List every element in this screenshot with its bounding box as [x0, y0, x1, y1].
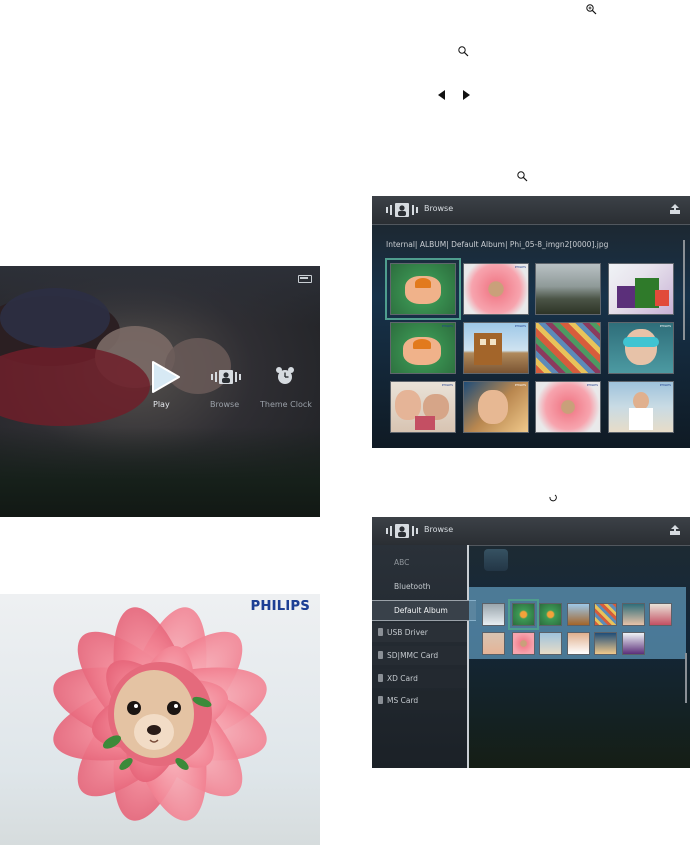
browse-header: Browse: [372, 196, 690, 225]
left-arrow-icon: [437, 85, 446, 100]
album-preview-icon: [484, 549, 508, 571]
thumbnail-dog-flower-2[interactable]: PHILIPS: [535, 381, 601, 433]
zoom-in-icon: [585, 0, 597, 15]
flower-dog-image: [53, 607, 267, 821]
grid-scrollbar[interactable]: [683, 240, 685, 340]
source-item-abc[interactable]: ABC: [372, 553, 467, 572]
list-scrollbar[interactable]: [685, 653, 687, 703]
mini-thumb-8[interactable]: [482, 632, 505, 655]
source-label-sd-mmc-card: SD|MMC Card: [387, 651, 439, 660]
export-icon[interactable]: [670, 204, 680, 214]
magnifier-icon: [516, 167, 528, 182]
source-label-ms-card: MS Card: [387, 696, 419, 705]
menu-item-browse[interactable]: Browse: [206, 369, 252, 413]
usb-icon: [378, 628, 383, 636]
menu-item-play[interactable]: Play: [145, 360, 185, 412]
menu-label-theme-clock: Theme Clock: [260, 400, 312, 409]
mini-thumb-2-selected[interactable]: [508, 599, 539, 630]
mini-thumb-10[interactable]: [539, 632, 562, 655]
sd-card-icon: [378, 651, 383, 659]
source-label-default-album: Default Album: [394, 606, 448, 615]
thumbnail-foggy-landscape[interactable]: [535, 263, 601, 315]
play-icon: [152, 361, 180, 393]
battery-icon: [298, 275, 312, 283]
dark-jacket-shape: [0, 288, 110, 348]
source-item-sd-mmc-card[interactable]: SD|MMC Card: [372, 646, 467, 665]
browse-icon: [211, 370, 241, 384]
browse-title: Browse: [424, 204, 454, 213]
mini-thumb-4[interactable]: [567, 603, 590, 626]
thumbnail-butterfly-hand-2[interactable]: PHILIPS: [390, 322, 456, 374]
breadcrumb-path: Internal| ALBUM| Default Album| Phi_05-8…: [386, 240, 609, 249]
mini-thumb-3[interactable]: [539, 603, 562, 626]
philips-logo-overlay: PHILIPS: [250, 599, 310, 614]
right-arrow-icon: [462, 85, 471, 100]
thumbnail-kids-cake[interactable]: PHILIPS: [390, 381, 456, 433]
source-item-xd-card[interactable]: XD Card: [372, 669, 467, 688]
thumbnail-girl-goggles[interactable]: PHILIPS: [608, 322, 674, 374]
thumbnail-gift-boxes[interactable]: [608, 263, 674, 315]
browse-title: Browse: [424, 525, 454, 534]
mini-thumb-6[interactable]: [622, 603, 645, 626]
mini-thumb-11[interactable]: [567, 632, 590, 655]
thumbnail-boy-beach[interactable]: PHILIPS: [608, 381, 674, 433]
menu-label-play: Play: [153, 400, 170, 409]
thumbnail-colorful-market[interactable]: [535, 322, 601, 374]
thumbnail-butterfly-hand[interactable]: [385, 258, 461, 320]
browse-icon: [386, 203, 418, 217]
mini-thumb-5[interactable]: [594, 603, 617, 626]
source-label-abc: ABC: [394, 558, 410, 567]
browse-grid-screen: Browse Internal| ALBUM| Default Album| P…: [372, 196, 690, 448]
mini-thumb-7[interactable]: [649, 603, 672, 626]
busy-icon: [548, 488, 558, 502]
mini-thumb-13[interactable]: [622, 632, 645, 655]
source-label-usb-driver: USB Driver: [387, 628, 428, 637]
thumbnail-children-party[interactable]: PHILIPS: [463, 381, 529, 433]
menu-label-browse: Browse: [210, 400, 240, 409]
clock-icon: [276, 367, 294, 384]
thumbnail-dog-flower[interactable]: PHILIPS: [463, 263, 529, 315]
mini-thumb-1[interactable]: [482, 603, 505, 626]
magnifier-icon: [457, 42, 469, 57]
browse-header: Browse: [372, 517, 690, 546]
mini-thumb-12[interactable]: [594, 632, 617, 655]
source-label-bluetooth: Bluetooth: [394, 582, 431, 591]
menu-item-theme-clock[interactable]: Theme Clock: [258, 367, 318, 413]
source-item-ms-card[interactable]: MS Card: [372, 691, 467, 710]
ms-card-icon: [378, 696, 383, 704]
photo-dog-flower: PHILIPS PHILIPS: [0, 594, 320, 845]
thumbnail-house-sky[interactable]: PHILIPS: [463, 322, 529, 374]
browse-list-screen: Browse ABC Bluetooth Default Album USB D…: [372, 517, 690, 768]
source-item-usb-driver[interactable]: USB Driver: [372, 623, 467, 642]
backdrop-grass: [0, 427, 320, 517]
source-item-bluetooth[interactable]: Bluetooth: [372, 577, 467, 596]
main-menu-screen: Play Browse Theme Clock: [0, 266, 320, 517]
browse-icon: [386, 524, 418, 538]
export-icon[interactable]: [670, 525, 680, 535]
xd-card-icon: [378, 674, 383, 682]
source-label-xd-card: XD Card: [387, 674, 418, 683]
source-item-default-album[interactable]: Default Album: [372, 600, 476, 621]
mini-thumb-9[interactable]: [512, 632, 535, 655]
